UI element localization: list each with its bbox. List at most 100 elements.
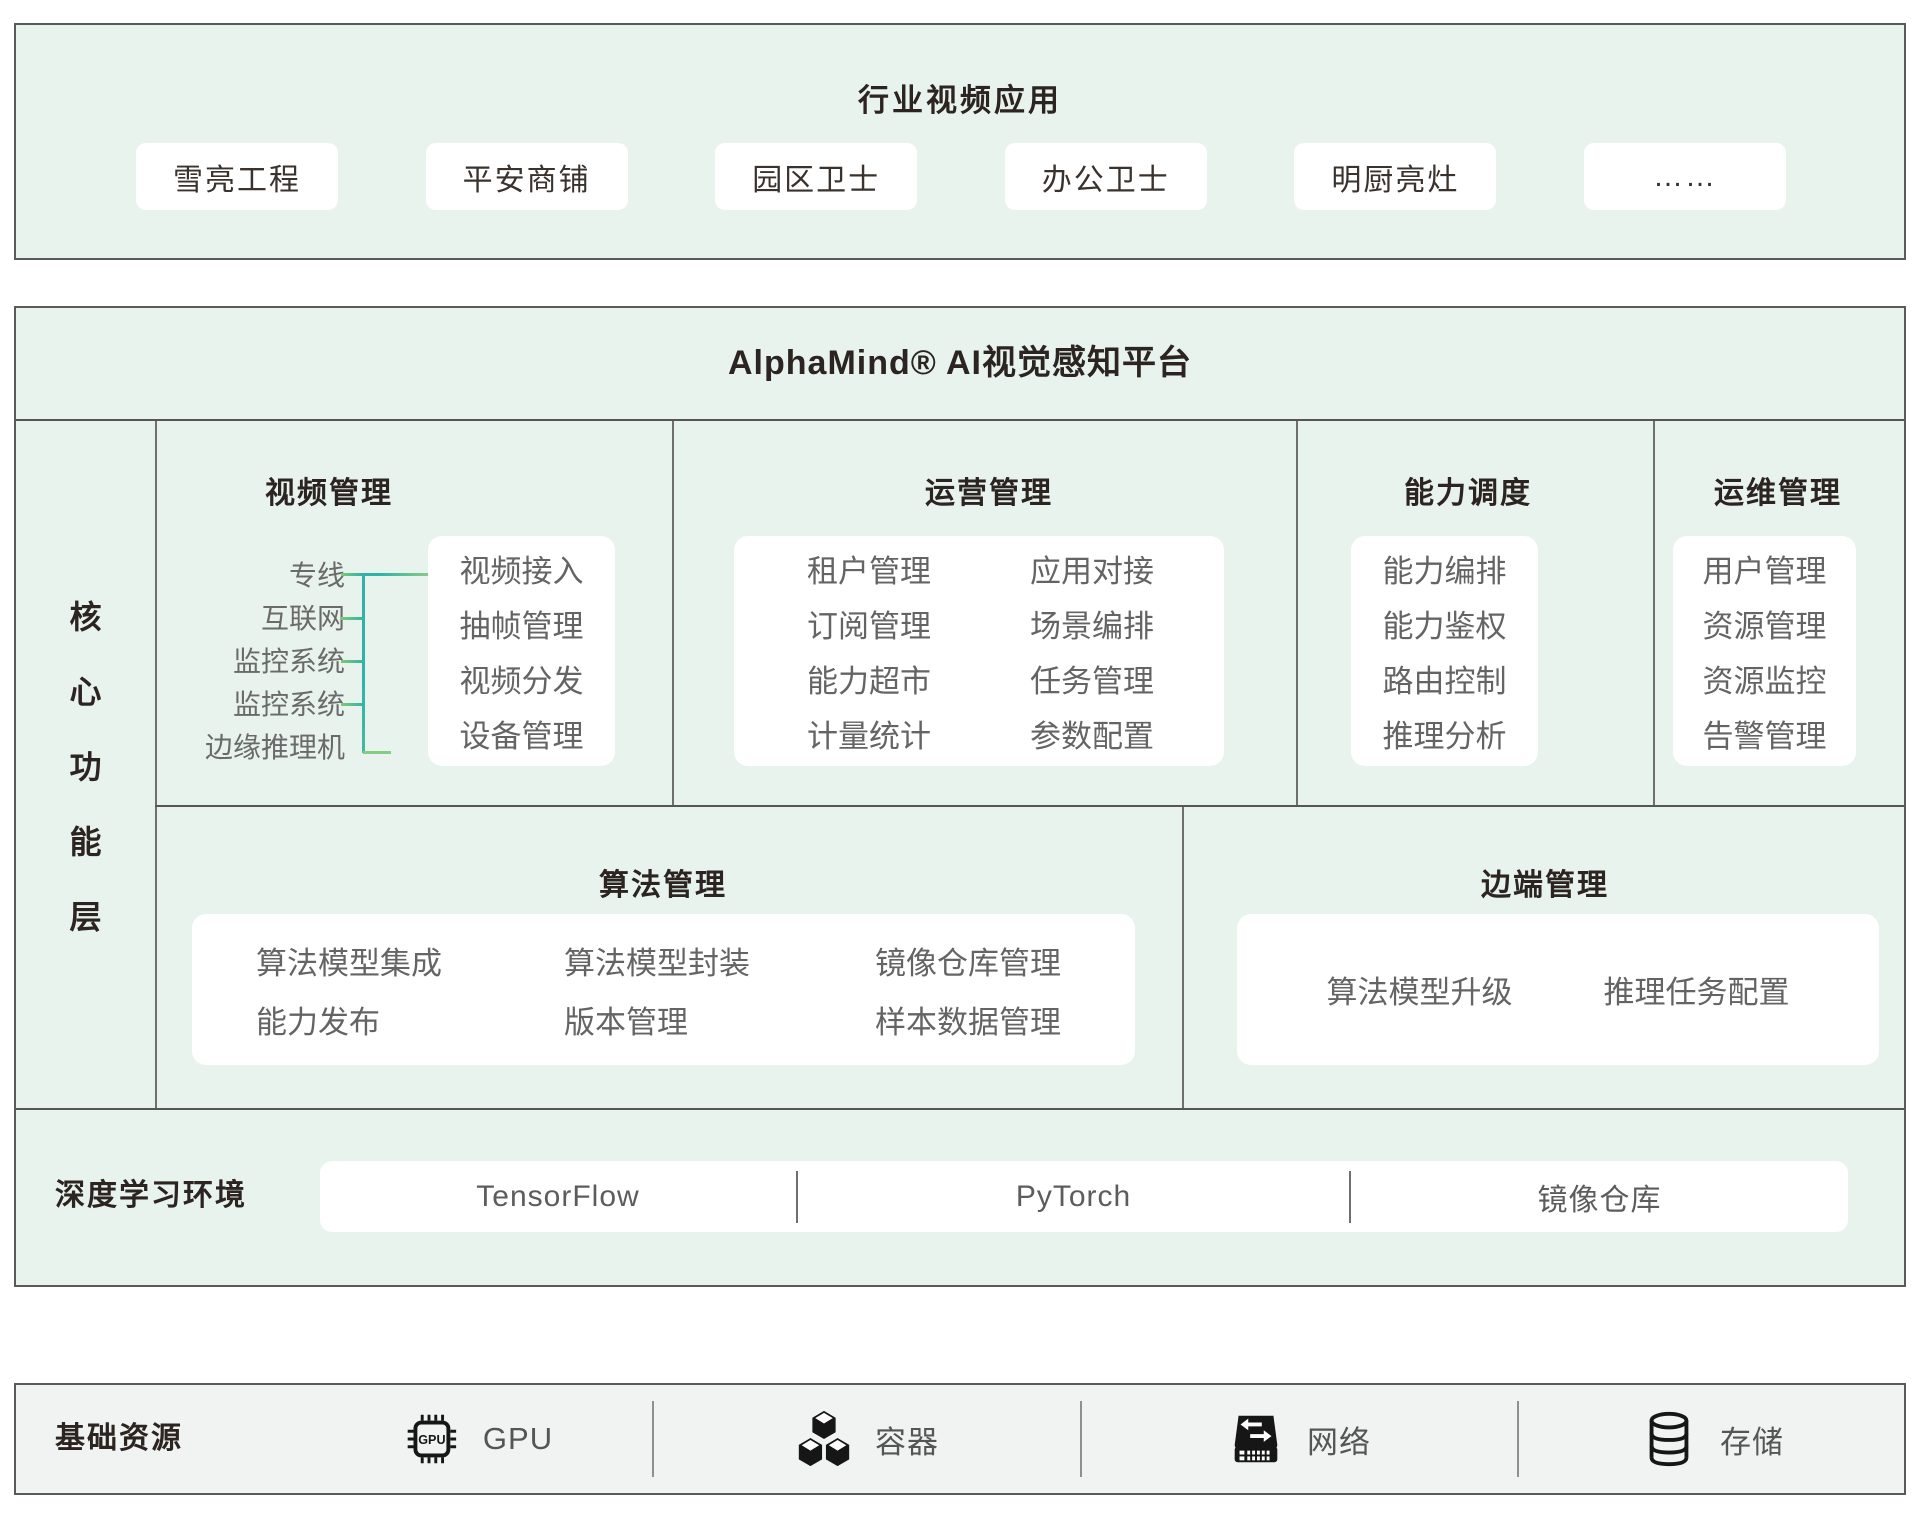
edge-mgmt-item: 推理任务配置 bbox=[1604, 967, 1790, 1012]
om-mgmt-title: 运维管理 bbox=[1654, 468, 1902, 512]
ops-mgmt-item: 订阅管理 bbox=[807, 601, 1030, 646]
resource-container-label: 容器 bbox=[875, 1417, 939, 1462]
video-source-list: 专线 互联网 监控系统 监控系统 边缘推理机 bbox=[156, 554, 345, 769]
video-mgmt-item: 视频接入 bbox=[460, 546, 584, 591]
core-layer-char: 能 bbox=[69, 817, 101, 863]
industry-apps-band: 行业视频应用 雪亮工程 平安商铺 园区卫士 办公卫士 明厨亮灶 …… bbox=[14, 23, 1906, 260]
video-mgmt-item: 视频分发 bbox=[460, 656, 584, 701]
ops-mgmt-item: 任务管理 bbox=[1030, 656, 1224, 701]
industry-apps-row: 雪亮工程 平安商铺 园区卫士 办公卫士 明厨亮灶 …… bbox=[136, 143, 1786, 210]
resource-gpu: GPU GPU bbox=[401, 1385, 553, 1493]
capability-sched-box: 能力编排 能力鉴权 路由控制 推理分析 bbox=[1351, 536, 1538, 766]
industry-apps-title: 行业视频应用 bbox=[16, 75, 1904, 120]
algo-mgmt-column: 镜像仓库管理 样本数据管理 bbox=[875, 938, 1061, 1042]
ops-mgmt-item: 计量统计 bbox=[807, 711, 1030, 756]
edge-mgmt-cell: 边端管理 算法模型升级 推理任务配置 bbox=[1183, 807, 1902, 1110]
dl-env-label: 深度学习环境 bbox=[55, 1176, 247, 1216]
algo-mgmt-column: 算法模型集成 能力发布 bbox=[256, 938, 564, 1042]
app-box-pingan: 平安商铺 bbox=[426, 143, 628, 210]
algo-mgmt-item: 能力发布 bbox=[256, 997, 564, 1042]
ops-mgmt-item: 场景编排 bbox=[1030, 601, 1224, 646]
algo-mgmt-box: 算法模型集成 能力发布 算法模型封装 版本管理 镜像仓库管理 样本数据管理 bbox=[192, 914, 1135, 1065]
resource-network: 网络 bbox=[1225, 1385, 1371, 1493]
om-mgmt-cell: 运维管理 用户管理 资源管理 资源监控 告警管理 bbox=[1654, 421, 1902, 807]
edge-mgmt-item: 算法模型升级 bbox=[1327, 967, 1513, 1012]
om-mgmt-box: 用户管理 资源管理 资源监控 告警管理 bbox=[1673, 536, 1856, 766]
network-icon bbox=[1225, 1408, 1287, 1470]
app-box-more: …… bbox=[1584, 143, 1786, 210]
app-box-yuanqu: 园区卫士 bbox=[715, 143, 917, 210]
ops-mgmt-item: 应用对接 bbox=[1030, 546, 1224, 591]
connector-stub-line bbox=[363, 751, 391, 754]
capability-sched-item: 能力编排 bbox=[1383, 546, 1507, 591]
svg-text:GPU: GPU bbox=[418, 1433, 445, 1447]
video-source: 监控系统 bbox=[156, 640, 345, 683]
platform-title: AlphaMind® AI视觉感知平台 bbox=[16, 308, 1904, 419]
resource-storage-label: 存储 bbox=[1720, 1417, 1784, 1462]
video-mgmt-item: 抽帧管理 bbox=[460, 601, 584, 646]
capability-sched-title: 能力调度 bbox=[1328, 468, 1608, 512]
capability-sched-cell: 能力调度 能力编排 能力鉴权 路由控制 推理分析 bbox=[1297, 421, 1654, 807]
connector-branch-line bbox=[341, 573, 429, 576]
platform-box: AlphaMind® AI视觉感知平台 核 心 功 能 层 视频管理 专线 互联… bbox=[14, 306, 1906, 1287]
ops-mgmt-cell: 运营管理 租户管理 应用对接 订阅管理 场景编排 能力超市 任务管理 计量统计 … bbox=[673, 421, 1297, 807]
video-mgmt-item: 设备管理 bbox=[460, 711, 584, 756]
resources-label: 基础资源 bbox=[55, 1419, 183, 1459]
video-mgmt-box: 视频接入 抽帧管理 视频分发 设备管理 bbox=[428, 536, 615, 766]
algo-mgmt-cell: 算法管理 算法模型集成 能力发布 算法模型封装 版本管理 镜像仓库管理 样本数据… bbox=[156, 807, 1183, 1110]
algo-mgmt-item: 样本数据管理 bbox=[875, 997, 1061, 1042]
core-layer-sidebar: 核 心 功 能 层 bbox=[16, 421, 155, 1108]
core-layer-char: 心 bbox=[69, 667, 101, 713]
ops-mgmt-item: 租户管理 bbox=[807, 546, 1030, 591]
algo-mgmt-item: 算法模型集成 bbox=[256, 938, 564, 983]
video-source: 互联网 bbox=[156, 597, 345, 640]
algo-mgmt-column: 算法模型封装 版本管理 bbox=[564, 938, 875, 1042]
capability-sched-item: 路由控制 bbox=[1383, 656, 1507, 701]
dl-env-item-tensorflow: TensorFlow bbox=[320, 1161, 796, 1232]
algo-mgmt-item: 版本管理 bbox=[564, 997, 875, 1042]
om-mgmt-item: 资源管理 bbox=[1703, 601, 1827, 646]
om-mgmt-item: 用户管理 bbox=[1703, 546, 1827, 591]
om-mgmt-item: 告警管理 bbox=[1703, 711, 1827, 756]
storage-icon bbox=[1638, 1408, 1700, 1470]
algo-mgmt-item: 镜像仓库管理 bbox=[875, 938, 1061, 983]
connector-branch-line bbox=[341, 617, 365, 620]
video-mgmt-cell: 视频管理 专线 互联网 监控系统 监控系统 边缘推理机 视频接入 抽帧管理 视频… bbox=[156, 421, 673, 807]
edge-mgmt-title: 边端管理 bbox=[1405, 860, 1685, 904]
ops-mgmt-title: 运营管理 bbox=[849, 468, 1129, 512]
resource-container: 容器 bbox=[793, 1385, 939, 1493]
resource-gpu-label: GPU bbox=[483, 1421, 553, 1457]
resource-divider bbox=[652, 1401, 654, 1477]
capability-sched-item: 推理分析 bbox=[1383, 711, 1507, 756]
dl-env-bar: TensorFlow PyTorch 镜像仓库 bbox=[320, 1161, 1848, 1232]
ops-mgmt-box: 租户管理 应用对接 订阅管理 场景编排 能力超市 任务管理 计量统计 参数配置 bbox=[734, 536, 1224, 766]
resource-divider bbox=[1517, 1401, 1519, 1477]
dl-env-item-registry: 镜像仓库 bbox=[1351, 1161, 1848, 1232]
om-mgmt-item: 资源监控 bbox=[1703, 656, 1827, 701]
gpu-icon: GPU bbox=[401, 1408, 463, 1470]
architecture-diagram: 行业视频应用 雪亮工程 平安商铺 园区卫士 办公卫士 明厨亮灶 …… Alpha… bbox=[0, 0, 1920, 1522]
container-icon bbox=[793, 1408, 855, 1470]
app-box-mingchu: 明厨亮灶 bbox=[1294, 143, 1496, 210]
resource-storage: 存储 bbox=[1638, 1385, 1784, 1493]
ops-mgmt-item: 能力超市 bbox=[807, 656, 1030, 701]
core-layer-char: 功 bbox=[69, 742, 101, 788]
video-mgmt-title: 视频管理 bbox=[189, 468, 469, 512]
core-layer-char: 核 bbox=[69, 592, 101, 638]
connector-branch-line bbox=[341, 703, 365, 706]
video-source: 监控系统 bbox=[156, 683, 345, 726]
resources-band: 基础资源 GPU GPU bbox=[14, 1383, 1906, 1495]
dl-env-item-pytorch: PyTorch bbox=[798, 1161, 1349, 1232]
connector-trunk-line bbox=[362, 573, 365, 753]
algo-mgmt-title: 算法管理 bbox=[523, 860, 803, 904]
core-layer-char: 层 bbox=[69, 892, 101, 938]
app-box-xueliang: 雪亮工程 bbox=[136, 143, 338, 210]
algo-mgmt-item: 算法模型封装 bbox=[564, 938, 875, 983]
video-source: 专线 bbox=[156, 554, 345, 597]
resource-network-label: 网络 bbox=[1307, 1417, 1371, 1462]
edge-mgmt-box: 算法模型升级 推理任务配置 bbox=[1237, 914, 1879, 1065]
app-box-bangong: 办公卫士 bbox=[1005, 143, 1207, 210]
resource-divider bbox=[1080, 1401, 1082, 1477]
ops-mgmt-item: 参数配置 bbox=[1030, 711, 1224, 756]
capability-sched-item: 能力鉴权 bbox=[1383, 601, 1507, 646]
